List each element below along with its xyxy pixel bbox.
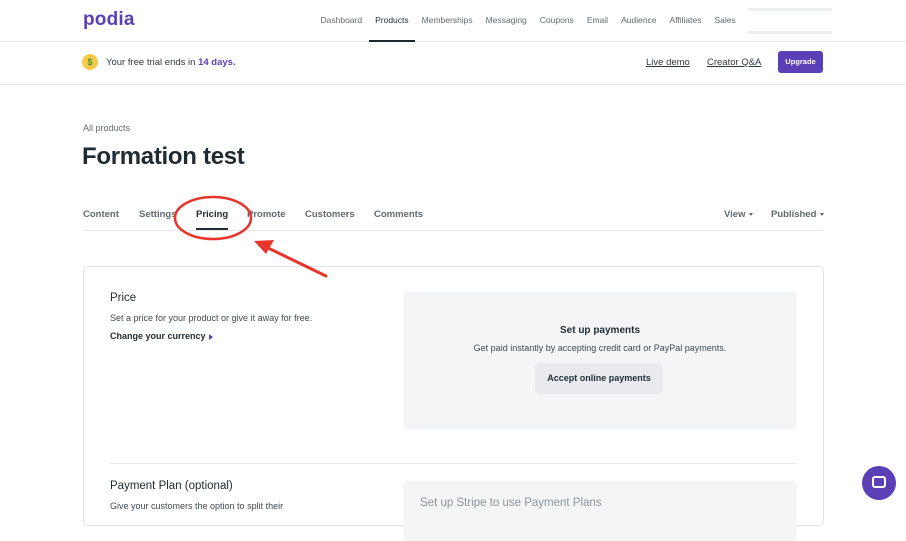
stripe-setup-panel: Set up Stripe to use Payment Plans xyxy=(403,481,797,541)
change-currency-link[interactable]: Change your currency xyxy=(110,331,213,341)
money-mouth-face-icon: $ xyxy=(82,54,98,70)
nav-email[interactable]: Email xyxy=(580,0,614,42)
payment-plan-title: Payment Plan (optional) xyxy=(110,480,233,492)
trial-banner: $ Your free trial ends in 14 days. Live … xyxy=(0,42,906,85)
arrow-right-icon xyxy=(208,333,213,340)
nav-dashboard[interactable]: Dashboard xyxy=(314,0,369,42)
tab-promote[interactable]: Promote xyxy=(247,209,286,220)
podia-logo[interactable]: podia xyxy=(83,9,135,31)
stripe-setup-title: Set up Stripe to use Payment Plans xyxy=(420,497,602,509)
setup-payments-panel: Set up payments Get paid instantly by ac… xyxy=(403,292,797,429)
nav-sales[interactable]: Sales xyxy=(708,0,742,42)
trial-message: Your free trial ends in 14 days. xyxy=(106,57,236,68)
change-currency-label: Change your currency xyxy=(110,331,206,341)
nav-coupons[interactable]: Coupons xyxy=(533,0,580,42)
section-divider xyxy=(110,463,797,464)
price-title: Price xyxy=(110,292,137,304)
tab-comments[interactable]: Comments xyxy=(374,209,423,220)
nav-affiliates[interactable]: Affiliates xyxy=(663,0,708,42)
creator-qa-link[interactable]: Creator Q&A xyxy=(707,57,761,68)
nav-memberships[interactable]: Memberships xyxy=(415,0,479,42)
published-dropdown[interactable]: Published xyxy=(771,209,825,220)
chevron-down-icon xyxy=(749,212,754,216)
highlight-arrow-head xyxy=(254,240,274,254)
top-navigation: podia Dashboard Products Memberships Mes… xyxy=(0,0,906,42)
tab-settings[interactable]: Settings xyxy=(139,209,176,220)
trial-days: 14 days. xyxy=(198,57,236,68)
view-label: View xyxy=(724,209,746,220)
chat-bubble-icon xyxy=(872,476,886,488)
published-label: Published xyxy=(771,209,817,220)
product-tabs: Content Settings Pricing Promote Custome… xyxy=(83,200,825,231)
breadcrumb-all-products[interactable]: All products xyxy=(83,123,130,133)
nav-products[interactable]: Products xyxy=(368,0,416,42)
setup-payments-description: Get paid instantly by accepting credit c… xyxy=(473,343,727,353)
payment-plan-description: Give your customers the option to split … xyxy=(110,501,284,511)
page-title: Formation test xyxy=(82,143,245,170)
tab-pricing[interactable]: Pricing xyxy=(196,209,228,220)
tab-content[interactable]: Content xyxy=(83,209,119,220)
chevron-down-icon xyxy=(820,212,825,216)
setup-payments-title: Set up payments xyxy=(559,325,641,336)
price-description: Set a price for your product or give it … xyxy=(110,313,313,323)
tab-customers[interactable]: Customers xyxy=(305,209,355,220)
account-menu[interactable] xyxy=(748,8,832,34)
upgrade-button[interactable]: Upgrade xyxy=(778,51,823,73)
live-demo-link[interactable]: Live demo xyxy=(646,57,690,68)
active-tab-indicator xyxy=(196,228,228,230)
view-dropdown[interactable]: View xyxy=(724,209,754,220)
chat-launcher-button[interactable] xyxy=(862,466,896,500)
pricing-card: Price Set a price for your product or gi… xyxy=(83,266,824,541)
nav-audience[interactable]: Audience xyxy=(615,0,663,42)
trial-text: Your free trial ends in xyxy=(106,57,199,68)
main-nav: Dashboard Products Memberships Messaging… xyxy=(314,0,742,42)
nav-messaging[interactable]: Messaging xyxy=(479,0,533,42)
accept-online-payments-button[interactable]: Accept online payments xyxy=(535,363,663,394)
